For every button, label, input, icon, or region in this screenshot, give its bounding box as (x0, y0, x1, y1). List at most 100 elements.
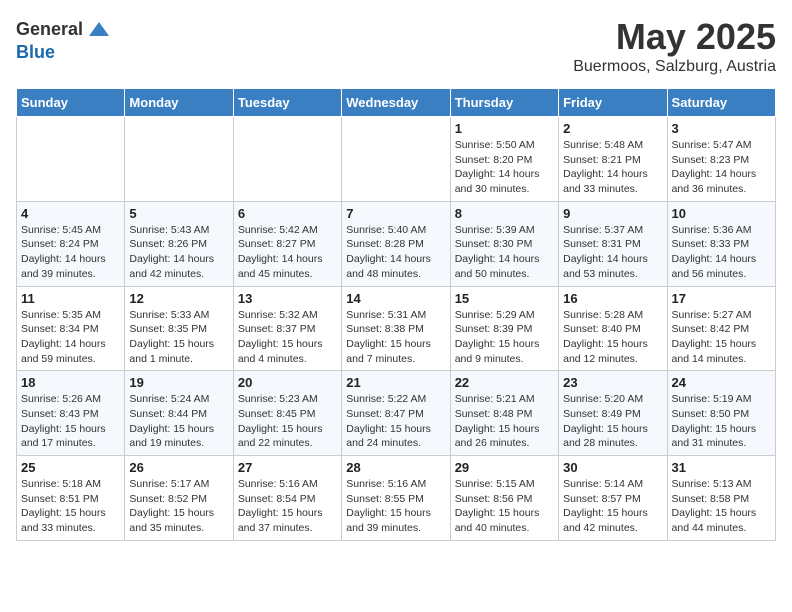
calendar-cell: 7 Sunrise: 5:40 AM Sunset: 8:28 PM Daylig… (342, 201, 450, 286)
day-number: 26 (129, 460, 228, 475)
logo-icon (87, 18, 111, 42)
day-info: Sunrise: 5:15 AM Sunset: 8:56 PM Dayligh… (455, 477, 554, 536)
week-row-1: 1Sunrise: 5:50 AM Sunset: 8:20 PM Daylig… (17, 117, 776, 202)
calendar-cell: 14 Sunrise: 5:31 AM Sunset: 8:38 PM Dayli… (342, 286, 450, 371)
day-info: Sunrise: 5:29 AM Sunset: 8:39 PM Dayligh… (455, 308, 554, 367)
day-info: Sunrise: 5:36 AM Sunset: 8:33 PM Dayligh… (672, 223, 771, 282)
day-info: Sunrise: 5:16 AM Sunset: 8:54 PM Dayligh… (238, 477, 337, 536)
day-info: Sunrise: 5:47 AM Sunset: 8:23 PM Dayligh… (672, 138, 771, 197)
day-number: 29 (455, 460, 554, 475)
calendar-cell: 19 Sunrise: 5:24 AM Sunset: 8:44 PM Dayli… (125, 371, 233, 456)
day-info: Sunrise: 5:14 AM Sunset: 8:57 PM Dayligh… (563, 477, 662, 536)
calendar-cell: 1Sunrise: 5:50 AM Sunset: 8:20 PM Daylig… (450, 117, 558, 202)
day-number: 14 (346, 291, 445, 306)
day-number: 19 (129, 375, 228, 390)
calendar-cell (125, 117, 233, 202)
calendar-cell: 18Sunrise: 5:26 AM Sunset: 8:43 PM Dayli… (17, 371, 125, 456)
day-number: 5 (129, 206, 228, 221)
calendar-cell: 6 Sunrise: 5:42 AM Sunset: 8:27 PM Daylig… (233, 201, 341, 286)
calendar-cell: 21Sunrise: 5:22 AM Sunset: 8:47 PM Dayli… (342, 371, 450, 456)
month-title: May 2025 (573, 16, 776, 58)
day-info: Sunrise: 5:13 AM Sunset: 8:58 PM Dayligh… (672, 477, 771, 536)
day-number: 21 (346, 375, 445, 390)
day-info: Sunrise: 5:20 AM Sunset: 8:49 PM Dayligh… (563, 392, 662, 451)
logo-text-block: General Blue (16, 16, 111, 63)
weekday-header-monday: Monday (125, 89, 233, 117)
calendar-cell: 15 Sunrise: 5:29 AM Sunset: 8:39 PM Dayli… (450, 286, 558, 371)
calendar-cell: 13 Sunrise: 5:32 AM Sunset: 8:37 PM Dayli… (233, 286, 341, 371)
calendar-cell: 17Sunrise: 5:27 AM Sunset: 8:42 PM Dayli… (667, 286, 775, 371)
day-number: 11 (21, 291, 120, 306)
day-info: Sunrise: 5:48 AM Sunset: 8:21 PM Dayligh… (563, 138, 662, 197)
day-number: 30 (563, 460, 662, 475)
day-number: 3 (672, 121, 771, 136)
logo: General Blue (16, 16, 111, 63)
calendar-cell: 10Sunrise: 5:36 AM Sunset: 8:33 PM Dayli… (667, 201, 775, 286)
day-number: 8 (455, 206, 554, 221)
weekday-header-wednesday: Wednesday (342, 89, 450, 117)
calendar-cell: 28Sunrise: 5:16 AM Sunset: 8:55 PM Dayli… (342, 456, 450, 541)
day-info: Sunrise: 5:21 AM Sunset: 8:48 PM Dayligh… (455, 392, 554, 451)
day-info: Sunrise: 5:31 AM Sunset: 8:38 PM Dayligh… (346, 308, 445, 367)
week-row-4: 18Sunrise: 5:26 AM Sunset: 8:43 PM Dayli… (17, 371, 776, 456)
day-number: 22 (455, 375, 554, 390)
day-number: 15 (455, 291, 554, 306)
day-number: 17 (672, 291, 771, 306)
weekday-header-saturday: Saturday (667, 89, 775, 117)
calendar-cell: 24 Sunrise: 5:19 AM Sunset: 8:50 PM Dayli… (667, 371, 775, 456)
calendar-cell: 8 Sunrise: 5:39 AM Sunset: 8:30 PM Daylig… (450, 201, 558, 286)
logo-blue: Blue (16, 42, 55, 62)
calendar-cell: 2 Sunrise: 5:48 AM Sunset: 8:21 PM Daylig… (559, 117, 667, 202)
calendar-cell: 11Sunrise: 5:35 AM Sunset: 8:34 PM Dayli… (17, 286, 125, 371)
week-row-2: 4Sunrise: 5:45 AM Sunset: 8:24 PM Daylig… (17, 201, 776, 286)
day-number: 27 (238, 460, 337, 475)
title-block: May 2025 Buermoos, Salzburg, Austria (573, 16, 776, 76)
weekday-header-sunday: Sunday (17, 89, 125, 117)
day-number: 23 (563, 375, 662, 390)
day-number: 2 (563, 121, 662, 136)
weekday-header-thursday: Thursday (450, 89, 558, 117)
day-number: 16 (563, 291, 662, 306)
calendar-cell: 26Sunrise: 5:17 AM Sunset: 8:52 PM Dayli… (125, 456, 233, 541)
calendar-cell: 22 Sunrise: 5:21 AM Sunset: 8:48 PM Dayli… (450, 371, 558, 456)
calendar-cell (17, 117, 125, 202)
day-info: Sunrise: 5:42 AM Sunset: 8:27 PM Dayligh… (238, 223, 337, 282)
calendar-cell: 5Sunrise: 5:43 AM Sunset: 8:26 PM Daylig… (125, 201, 233, 286)
day-number: 13 (238, 291, 337, 306)
day-number: 12 (129, 291, 228, 306)
calendar-cell: 27 Sunrise: 5:16 AM Sunset: 8:54 PM Dayli… (233, 456, 341, 541)
day-number: 6 (238, 206, 337, 221)
calendar-cell: 3 Sunrise: 5:47 AM Sunset: 8:23 PM Daylig… (667, 117, 775, 202)
day-info: Sunrise: 5:23 AM Sunset: 8:45 PM Dayligh… (238, 392, 337, 451)
calendar-table: SundayMondayTuesdayWednesdayThursdayFrid… (16, 88, 776, 541)
calendar-cell (233, 117, 341, 202)
weekday-header-friday: Friday (559, 89, 667, 117)
day-info: Sunrise: 5:40 AM Sunset: 8:28 PM Dayligh… (346, 223, 445, 282)
calendar-cell: 31Sunrise: 5:13 AM Sunset: 8:58 PM Dayli… (667, 456, 775, 541)
day-number: 4 (21, 206, 120, 221)
calendar-cell: 4Sunrise: 5:45 AM Sunset: 8:24 PM Daylig… (17, 201, 125, 286)
calendar-cell: 12Sunrise: 5:33 AM Sunset: 8:35 PM Dayli… (125, 286, 233, 371)
day-info: Sunrise: 5:18 AM Sunset: 8:51 PM Dayligh… (21, 477, 120, 536)
day-number: 28 (346, 460, 445, 475)
day-info: Sunrise: 5:19 AM Sunset: 8:50 PM Dayligh… (672, 392, 771, 451)
day-number: 7 (346, 206, 445, 221)
calendar-cell: 9Sunrise: 5:37 AM Sunset: 8:31 PM Daylig… (559, 201, 667, 286)
day-info: Sunrise: 5:39 AM Sunset: 8:30 PM Dayligh… (455, 223, 554, 282)
calendar-cell: 29 Sunrise: 5:15 AM Sunset: 8:56 PM Dayli… (450, 456, 558, 541)
day-info: Sunrise: 5:24 AM Sunset: 8:44 PM Dayligh… (129, 392, 228, 451)
weekday-header-tuesday: Tuesday (233, 89, 341, 117)
day-number: 9 (563, 206, 662, 221)
weekday-header-row: SundayMondayTuesdayWednesdayThursdayFrid… (17, 89, 776, 117)
calendar-cell: 23 Sunrise: 5:20 AM Sunset: 8:49 PM Dayli… (559, 371, 667, 456)
day-number: 20 (238, 375, 337, 390)
logo-general: General (16, 19, 83, 40)
week-row-3: 11Sunrise: 5:35 AM Sunset: 8:34 PM Dayli… (17, 286, 776, 371)
location: Buermoos, Salzburg, Austria (573, 58, 776, 76)
day-info: Sunrise: 5:50 AM Sunset: 8:20 PM Dayligh… (455, 138, 554, 197)
day-number: 24 (672, 375, 771, 390)
week-row-5: 25Sunrise: 5:18 AM Sunset: 8:51 PM Dayli… (17, 456, 776, 541)
calendar-cell (342, 117, 450, 202)
calendar-cell: 30 Sunrise: 5:14 AM Sunset: 8:57 PM Dayli… (559, 456, 667, 541)
day-info: Sunrise: 5:32 AM Sunset: 8:37 PM Dayligh… (238, 308, 337, 367)
